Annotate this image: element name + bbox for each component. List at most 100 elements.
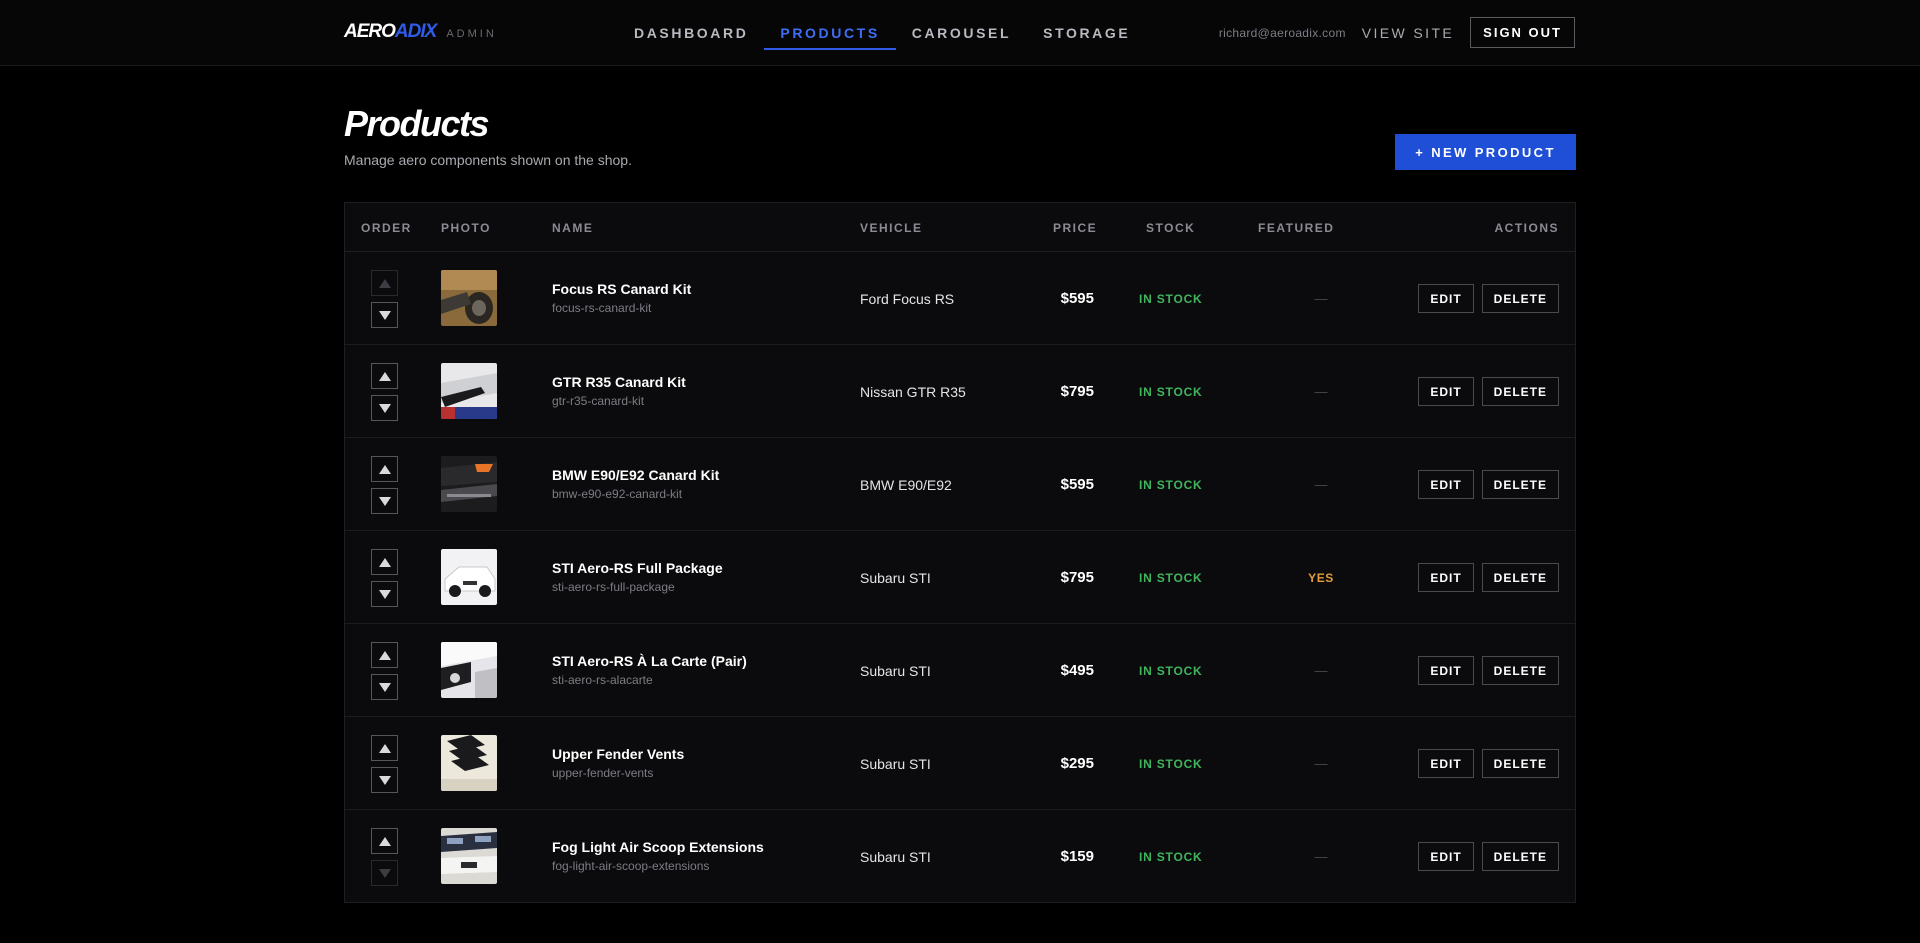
arrow-down-icon bbox=[378, 310, 391, 320]
top-navbar: AEROADIX ADMIN DASHBOARD PRODUCTS CAROUS… bbox=[0, 0, 1920, 66]
move-up-button[interactable] bbox=[371, 549, 398, 575]
delete-button[interactable]: DELETE bbox=[1481, 284, 1559, 313]
stock-status: IN STOCK bbox=[1139, 757, 1203, 771]
product-name[interactable]: GTR R35 Canard Kit bbox=[552, 374, 686, 390]
nav-carousel[interactable]: CAROUSEL bbox=[896, 0, 1027, 66]
product-name[interactable]: Upper Fender Vents bbox=[552, 746, 684, 762]
featured-status: — bbox=[1314, 477, 1328, 492]
product-name[interactable]: STI Aero-RS À La Carte (Pair) bbox=[552, 653, 747, 669]
table-row: STI Aero-RS Full Package sti-aero-rs-ful… bbox=[345, 531, 1575, 624]
featured-status: — bbox=[1314, 663, 1328, 678]
delete-button[interactable]: DELETE bbox=[1481, 749, 1559, 778]
featured-status: — bbox=[1314, 291, 1328, 306]
order-controls bbox=[371, 828, 398, 886]
order-controls bbox=[371, 456, 398, 514]
logo-text-aero: AERO bbox=[344, 21, 396, 42]
order-controls bbox=[371, 549, 398, 607]
move-up-button[interactable] bbox=[371, 456, 398, 482]
arrow-down-icon bbox=[378, 496, 391, 506]
row-actions: EDIT DELETE bbox=[1418, 656, 1559, 685]
edit-button[interactable]: EDIT bbox=[1418, 656, 1474, 685]
table-row: GTR R35 Canard Kit gtr-r35-canard-kit Ni… bbox=[345, 345, 1575, 438]
product-vehicle: Subaru STI bbox=[860, 849, 931, 865]
product-slug: focus-rs-canard-kit bbox=[552, 301, 652, 315]
product-name[interactable]: BMW E90/E92 Canard Kit bbox=[552, 467, 719, 483]
nav-products[interactable]: PRODUCTS bbox=[764, 0, 897, 66]
edit-button[interactable]: EDIT bbox=[1418, 284, 1474, 313]
move-up-button[interactable] bbox=[371, 363, 398, 389]
row-actions: EDIT DELETE bbox=[1418, 842, 1559, 871]
product-name[interactable]: Fog Light Air Scoop Extensions bbox=[552, 839, 764, 855]
featured-status: YES bbox=[1308, 571, 1334, 585]
move-down-button[interactable] bbox=[371, 581, 398, 607]
row-actions: EDIT DELETE bbox=[1418, 749, 1559, 778]
move-down-button[interactable] bbox=[371, 302, 398, 328]
edit-button[interactable]: EDIT bbox=[1418, 749, 1474, 778]
move-up-button[interactable] bbox=[371, 735, 398, 761]
arrow-up-icon bbox=[378, 464, 391, 474]
table-header: ORDER PHOTO NAME VEHICLE PRICE STOCK FEA… bbox=[345, 203, 1575, 252]
product-name[interactable]: STI Aero-RS Full Package bbox=[552, 560, 723, 576]
move-down-button[interactable] bbox=[371, 860, 398, 886]
row-actions: EDIT DELETE bbox=[1418, 377, 1559, 406]
account-area: richard@aeroadix.com VIEW SITE SIGN OUT bbox=[1219, 17, 1575, 48]
order-controls bbox=[371, 735, 398, 793]
table-row: STI Aero-RS À La Carte (Pair) sti-aero-r… bbox=[345, 624, 1575, 717]
col-stock: STOCK bbox=[1146, 221, 1196, 235]
arrow-up-icon bbox=[378, 650, 391, 660]
row-actions: EDIT DELETE bbox=[1418, 284, 1559, 313]
edit-button[interactable]: EDIT bbox=[1418, 563, 1474, 592]
move-up-button[interactable] bbox=[371, 270, 398, 296]
product-price: $159 bbox=[1060, 848, 1094, 865]
arrow-up-icon bbox=[378, 278, 391, 288]
brand[interactable]: AEROADIX ADMIN bbox=[344, 21, 497, 43]
stock-status: IN STOCK bbox=[1139, 664, 1203, 678]
main-nav: DASHBOARD PRODUCTS CAROUSEL STORAGE bbox=[618, 0, 1146, 66]
product-slug: upper-fender-vents bbox=[552, 766, 654, 780]
product-vehicle: Nissan GTR R35 bbox=[860, 384, 966, 400]
edit-button[interactable]: EDIT bbox=[1418, 377, 1474, 406]
delete-button[interactable]: DELETE bbox=[1481, 656, 1559, 685]
product-name[interactable]: Focus RS Canard Kit bbox=[552, 281, 691, 297]
featured-status: — bbox=[1314, 756, 1328, 771]
move-down-button[interactable] bbox=[371, 674, 398, 700]
product-slug: bmw-e90-e92-canard-kit bbox=[552, 487, 683, 501]
edit-button[interactable]: EDIT bbox=[1418, 842, 1474, 871]
arrow-down-icon bbox=[378, 868, 391, 878]
new-product-button[interactable]: + NEW PRODUCT bbox=[1395, 134, 1576, 170]
user-email: richard@aeroadix.com bbox=[1218, 25, 1346, 40]
product-price: $795 bbox=[1060, 383, 1094, 400]
move-down-button[interactable] bbox=[371, 767, 398, 793]
row-actions: EDIT DELETE bbox=[1418, 563, 1559, 592]
stock-status: IN STOCK bbox=[1139, 292, 1203, 306]
product-slug: fog-light-air-scoop-extensions bbox=[552, 859, 710, 873]
col-actions: ACTIONS bbox=[1494, 221, 1559, 235]
products-table: ORDER PHOTO NAME VEHICLE PRICE STOCK FEA… bbox=[344, 202, 1576, 903]
move-down-button[interactable] bbox=[371, 488, 398, 514]
table-row: Upper Fender Vents upper-fender-vents Su… bbox=[345, 717, 1575, 810]
product-price: $795 bbox=[1060, 569, 1094, 586]
product-slug: sti-aero-rs-full-package bbox=[552, 580, 675, 594]
move-down-button[interactable] bbox=[371, 395, 398, 421]
move-up-button[interactable] bbox=[371, 828, 398, 854]
product-vehicle: Subaru STI bbox=[860, 663, 931, 679]
product-slug: gtr-r35-canard-kit bbox=[552, 394, 645, 408]
logo[interactable]: AEROADIX bbox=[344, 21, 437, 43]
col-vehicle: VEHICLE bbox=[860, 221, 923, 235]
delete-button[interactable]: DELETE bbox=[1481, 470, 1559, 499]
view-site-link[interactable]: VIEW SITE bbox=[1362, 25, 1454, 41]
product-price: $495 bbox=[1060, 662, 1094, 679]
order-controls bbox=[371, 270, 398, 328]
nav-storage[interactable]: STORAGE bbox=[1027, 0, 1146, 66]
page-subtitle: Manage aero components shown on the shop… bbox=[344, 152, 632, 168]
delete-button[interactable]: DELETE bbox=[1481, 377, 1559, 406]
move-up-button[interactable] bbox=[371, 642, 398, 668]
nav-dashboard[interactable]: DASHBOARD bbox=[618, 0, 764, 66]
delete-button[interactable]: DELETE bbox=[1481, 563, 1559, 592]
product-photo bbox=[441, 828, 497, 884]
arrow-up-icon bbox=[378, 836, 391, 846]
sign-out-button[interactable]: SIGN OUT bbox=[1470, 17, 1575, 48]
arrow-up-icon bbox=[378, 371, 391, 381]
edit-button[interactable]: EDIT bbox=[1418, 470, 1474, 499]
delete-button[interactable]: DELETE bbox=[1481, 842, 1559, 871]
